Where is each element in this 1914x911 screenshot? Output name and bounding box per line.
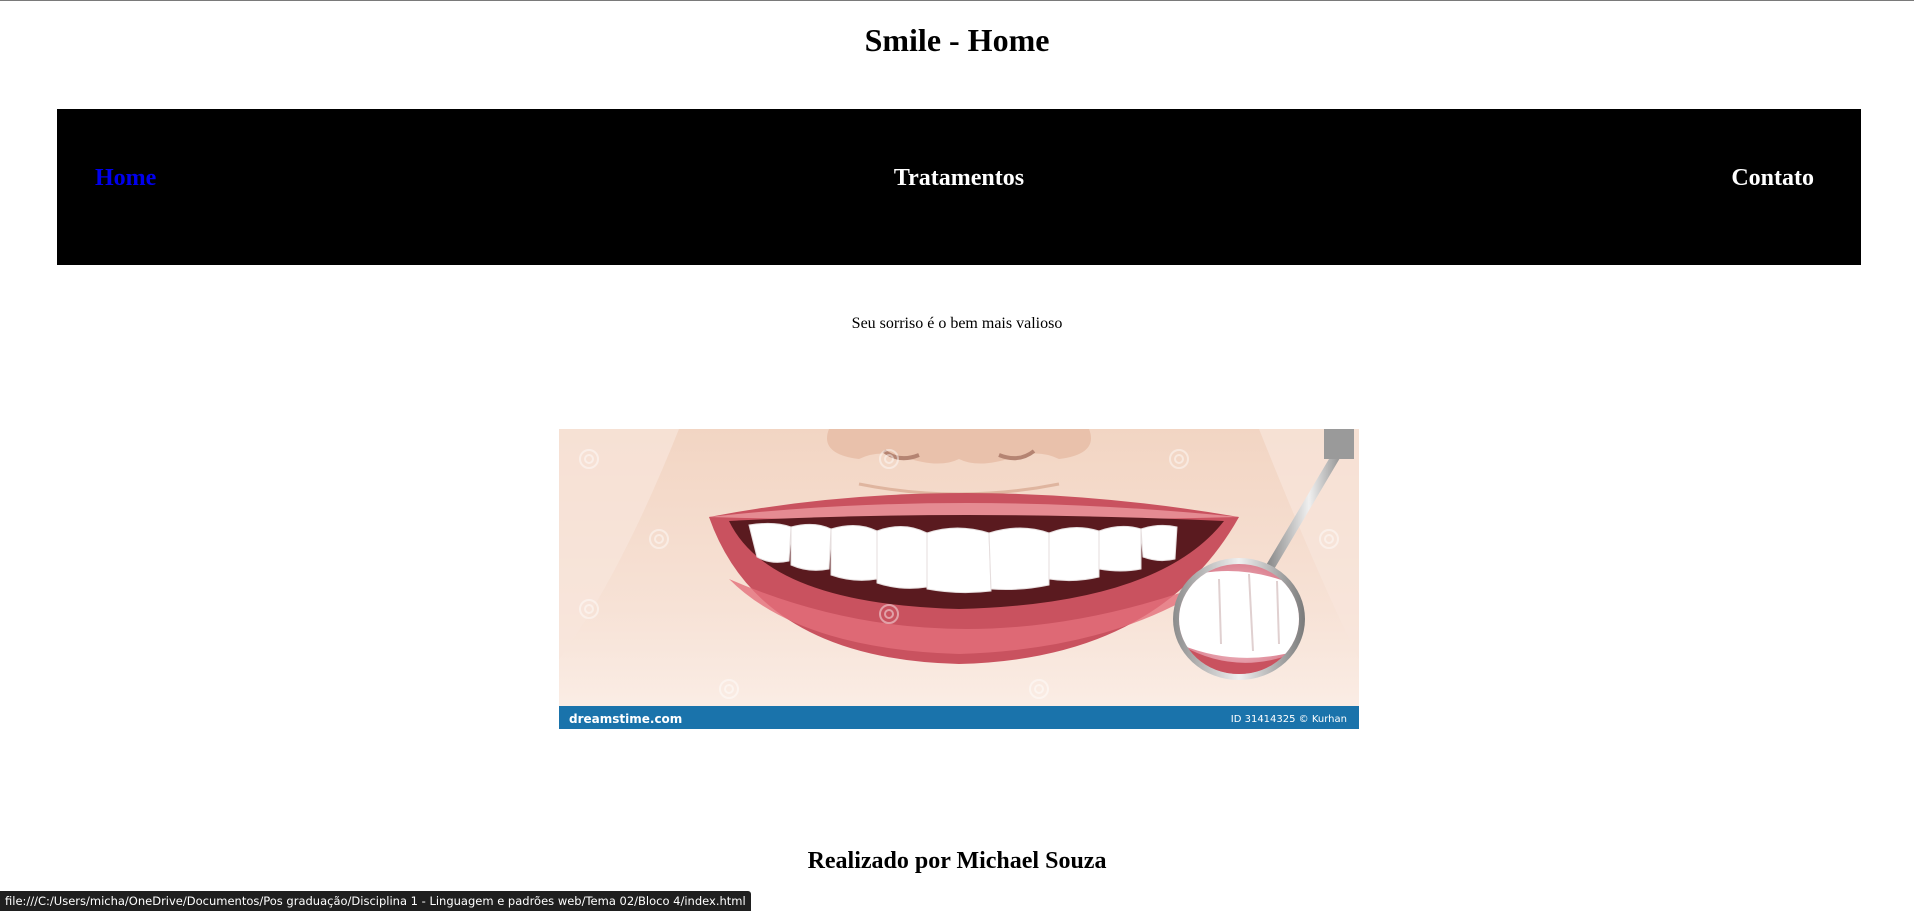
browser-status-bar-url: file:///C:/Users/micha/OneDrive/Document… bbox=[0, 891, 751, 911]
window-top-border bbox=[0, 0, 1914, 1]
tagline: Seu sorriso é o bem mais valioso bbox=[851, 315, 1063, 332]
page-title: Smile - Home bbox=[864, 22, 1050, 58]
nav-center-slot: Tratamentos bbox=[57, 161, 1861, 195]
hero-smile-image: dreamstime.com ID 31414325 © Kurhan bbox=[559, 429, 1359, 729]
nav-link-home[interactable]: Home bbox=[95, 161, 156, 195]
watermark-left-text: dreamstime.com bbox=[569, 712, 682, 726]
main-navbar: Home Tratamentos Contato bbox=[57, 109, 1861, 265]
nav-link-contato[interactable]: Contato bbox=[1731, 161, 1814, 195]
footer-credit: Realizado por Michael Souza bbox=[807, 848, 1107, 874]
nav-link-tratamentos[interactable]: Tratamentos bbox=[894, 165, 1024, 191]
watermark-right-text: ID 31414325 © Kurhan bbox=[1231, 714, 1347, 725]
